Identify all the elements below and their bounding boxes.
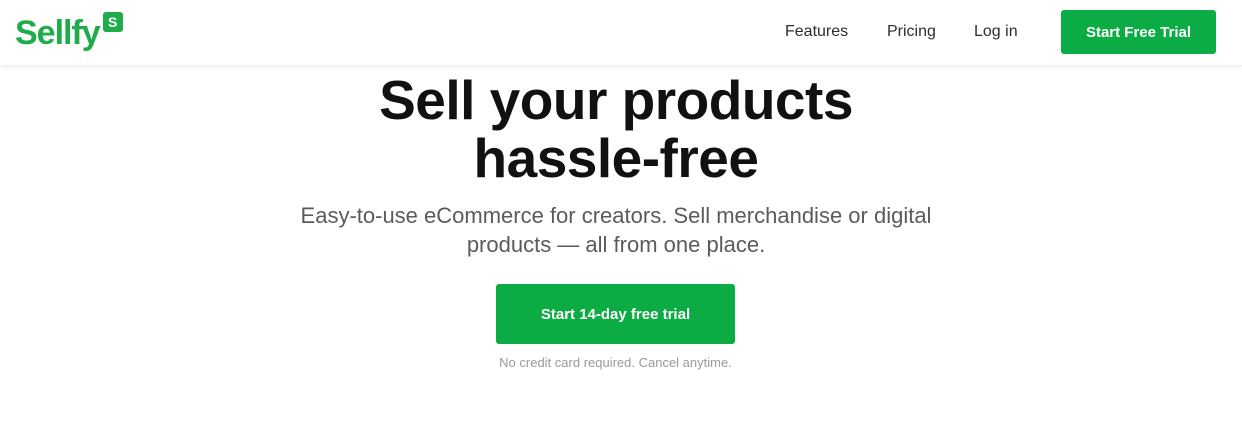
- site-header: Sellfy S Features Pricing Log in Start F…: [0, 0, 1242, 66]
- start-free-trial-button[interactable]: Start Free Trial: [1061, 10, 1216, 54]
- sellfy-logo[interactable]: Sellfy S: [15, 10, 123, 56]
- logo-badge-icon: S: [102, 12, 123, 32]
- start-14-day-trial-button[interactable]: Start 14-day free trial: [496, 284, 735, 344]
- nav-link-features[interactable]: Features: [785, 0, 848, 64]
- nav-link-login[interactable]: Log in: [974, 0, 1018, 64]
- hero-note: No credit card required. Cancel anytime.: [499, 355, 732, 370]
- hero-title: Sell your products hassle-free: [271, 71, 961, 187]
- hero-title-line-1: Sell your products: [379, 69, 853, 131]
- logo-wordmark: Sellfy: [15, 14, 101, 52]
- hero-title-line-2: hassle-free: [473, 127, 759, 189]
- nav-link-pricing[interactable]: Pricing: [887, 0, 936, 64]
- hero-subtitle: Easy-to-use eCommerce for creators. Sell…: [300, 203, 932, 257]
